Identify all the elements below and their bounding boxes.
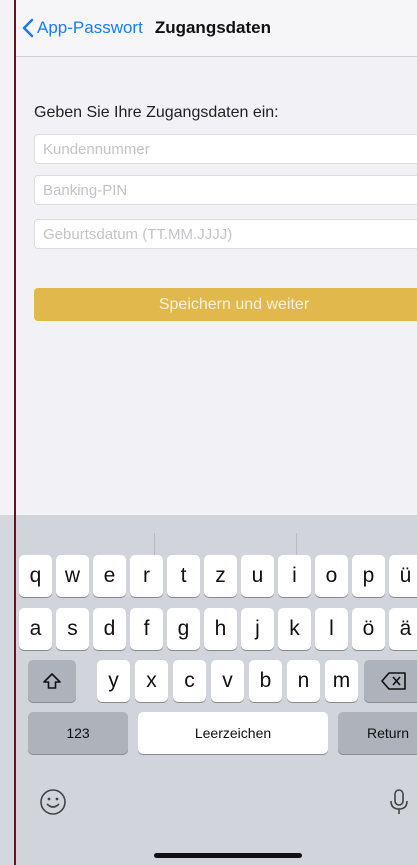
key-o[interactable]: o <box>315 555 348 597</box>
chevron-left-icon <box>22 18 34 38</box>
form-prompt: Geben Sie Ihre Zugangsdaten ein: <box>34 104 279 121</box>
key-q[interactable]: q <box>19 555 52 597</box>
key-x[interactable]: x <box>135 660 168 702</box>
key-d[interactable]: d <box>93 608 126 650</box>
space-key[interactable]: Leerzeichen <box>138 712 328 754</box>
key-k[interactable]: k <box>278 608 311 650</box>
key-f[interactable]: f <box>130 608 163 650</box>
back-button[interactable]: App-Passwort <box>22 18 143 38</box>
background-app-strip <box>0 0 15 865</box>
key-u[interactable]: u <box>241 555 274 597</box>
microphone-icon[interactable] <box>388 787 410 822</box>
key-p[interactable]: p <box>352 555 385 597</box>
key-e[interactable]: e <box>93 555 126 597</box>
shift-key[interactable] <box>28 660 76 702</box>
phone-screen: App-Passwort Zugangsdaten Geben Sie Ihre… <box>14 0 417 865</box>
keyboard: qwertzuiopü asdfghjklöä yxcvbnm 123 Leer… <box>16 515 417 865</box>
key-l[interactable]: l <box>315 608 348 650</box>
navigation-bar: App-Passwort Zugangsdaten <box>16 0 417 57</box>
key-s[interactable]: s <box>56 608 89 650</box>
shift-arrow-icon <box>43 673 61 689</box>
key-g[interactable]: g <box>167 608 200 650</box>
key-t[interactable]: t <box>167 555 200 597</box>
page-title: Zugangsdaten <box>154 18 271 37</box>
emoji-icon[interactable] <box>38 787 68 822</box>
key-v[interactable]: v <box>211 660 244 702</box>
banking-pin-field[interactable] <box>34 175 417 205</box>
customer-number-field[interactable] <box>34 134 417 164</box>
key-r[interactable]: r <box>130 555 163 597</box>
key-ä[interactable]: ä <box>389 608 417 650</box>
key-y[interactable]: y <box>97 660 130 702</box>
key-i[interactable]: i <box>278 555 311 597</box>
key-j[interactable]: j <box>241 608 274 650</box>
return-key[interactable]: Return <box>338 712 417 754</box>
key-b[interactable]: b <box>249 660 282 702</box>
save-and-continue-button[interactable]: Speichern und weiter <box>34 288 417 321</box>
backspace-key[interactable] <box>364 660 417 702</box>
back-button-label: App-Passwort <box>37 18 143 37</box>
key-n[interactable]: n <box>287 660 320 702</box>
key-w[interactable]: w <box>56 555 89 597</box>
numbers-key[interactable]: 123 <box>28 712 128 754</box>
delete-backspace-icon <box>381 672 406 690</box>
key-z[interactable]: z <box>204 555 237 597</box>
home-indicator <box>154 853 302 858</box>
key-h[interactable]: h <box>204 608 237 650</box>
key-a[interactable]: a <box>19 608 52 650</box>
key-m[interactable]: m <box>325 660 358 702</box>
key-ö[interactable]: ö <box>352 608 385 650</box>
key-c[interactable]: c <box>173 660 206 702</box>
birthdate-field[interactable] <box>34 219 417 249</box>
key-ü[interactable]: ü <box>389 555 417 597</box>
